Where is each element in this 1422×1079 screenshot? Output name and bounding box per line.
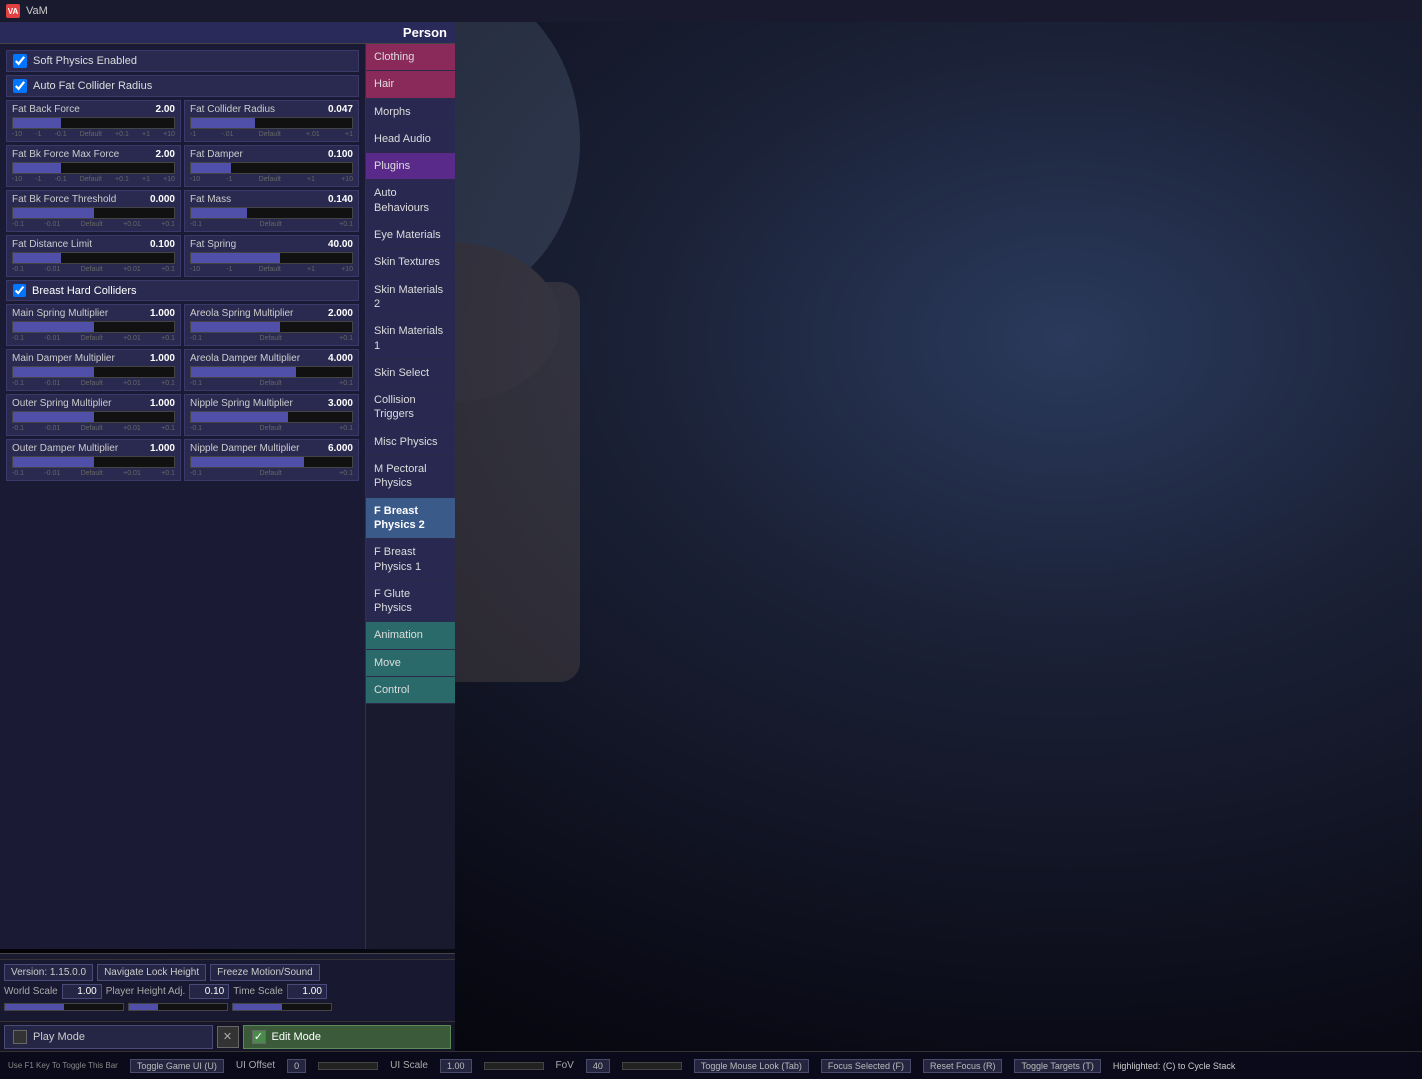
play-mode-button[interactable]: Play Mode <box>4 1025 213 1049</box>
fov-label: FoV <box>556 1060 574 1071</box>
fat-back-force: Fat Back Force 2.00 -10-1-0.1Default+0.1… <box>6 100 181 142</box>
toggle-targets-button[interactable]: Toggle Targets (T) <box>1014 1059 1100 1073</box>
toggle-game-ui-button[interactable]: Toggle Game UI (U) <box>130 1059 224 1073</box>
fat-bk-force-max: Fat Bk Force Max Force 2.00 -10-1-0.1Def… <box>6 145 181 187</box>
breast-hard-colliders-label: Breast Hard Colliders <box>32 285 137 297</box>
freeze-motion-button[interactable]: Freeze Motion/Sound <box>210 964 320 981</box>
player-height-label: Player Height Adj. <box>106 984 186 999</box>
ui-offset-slider[interactable] <box>318 1062 378 1070</box>
status-bar: Use F1 Key To Toggle This Bar Toggle Gam… <box>0 1051 1422 1079</box>
f1-hint: Use F1 Key To Toggle This Bar <box>8 1061 118 1070</box>
tab-skin-textures[interactable]: Skin Textures <box>366 249 455 276</box>
fat-controls-grid: Fat Back Force 2.00 -10-1-0.1Default+0.1… <box>6 100 359 277</box>
ui-scale-value: 1.00 <box>440 1059 472 1073</box>
tab-f-breast-physics-1[interactable]: F Breast Physics 1 <box>366 539 455 581</box>
ui-scale-label: UI Scale <box>390 1060 428 1071</box>
soft-physics-checkbox[interactable] <box>13 54 27 68</box>
tab-morphs[interactable]: Morphs <box>366 99 455 126</box>
tab-m-pectoral-physics[interactable]: M Pectoral Physics <box>366 456 455 498</box>
content-area: Soft Physics Enabled Auto Fat Collider R… <box>0 44 455 949</box>
time-scale-value: 1.00 <box>287 984 327 999</box>
auto-fat-checkbox[interactable] <box>13 79 27 93</box>
ui-scale-slider[interactable] <box>484 1062 544 1070</box>
outer-spring-multiplier: Outer Spring Multiplier 1.000 -0.1-0.01D… <box>6 394 181 436</box>
soft-physics-label: Soft Physics Enabled <box>33 55 137 67</box>
info-rows: Version: 1.15.0.0 Navigate Lock Height F… <box>0 959 455 1021</box>
tab-f-breast-physics-2[interactable]: F Breast Physics 2 <box>366 498 455 540</box>
app-logo: VA <box>6 4 20 18</box>
close-mode-button[interactable]: ✕ <box>217 1026 239 1048</box>
areola-damper-multiplier: Areola Damper Multiplier 4.000 -0.1Defau… <box>184 349 359 391</box>
edit-mode-button[interactable]: ✓ Edit Mode <box>243 1025 452 1049</box>
areola-spring-multiplier: Areola Spring Multiplier 2.000 -0.1Defau… <box>184 304 359 346</box>
tab-misc-physics[interactable]: Misc Physics <box>366 429 455 456</box>
focus-selected-button[interactable]: Focus Selected (F) <box>821 1059 911 1073</box>
tab-head-audio[interactable]: Head Audio <box>366 126 455 153</box>
toggle-mouse-button[interactable]: Toggle Mouse Look (Tab) <box>694 1059 809 1073</box>
player-height-value: 0.10 <box>189 984 229 999</box>
reset-focus-button[interactable]: Reset Focus (R) <box>923 1059 1003 1073</box>
physics-controls[interactable]: Soft Physics Enabled Auto Fat Collider R… <box>0 44 365 949</box>
left-panel: Person Soft Physics Enabled Auto Fat Col… <box>0 22 455 949</box>
tab-collision-triggers[interactable]: Collision Triggers <box>366 387 455 429</box>
ui-offset-label: UI Offset <box>236 1060 275 1071</box>
time-scale-label: Time Scale <box>233 984 283 999</box>
soft-physics-row[interactable]: Soft Physics Enabled <box>6 50 359 72</box>
tab-f-glute-physics[interactable]: F Glute Physics <box>366 581 455 623</box>
person-header: Person <box>0 22 455 44</box>
nipple-damper-multiplier: Nipple Damper Multiplier 6.000 -0.1Defau… <box>184 439 359 481</box>
nipple-spring-multiplier: Nipple Spring Multiplier 3.000 -0.1Defau… <box>184 394 359 436</box>
tab-plugins[interactable]: Plugins <box>366 153 455 180</box>
tab-auto-behaviours[interactable]: Auto Behaviours <box>366 180 455 222</box>
fat-damper: Fat Damper 0.100 -10-1Default+1+10 <box>184 145 359 187</box>
fat-bk-force-threshold: Fat Bk Force Threshold 0.000 -0.1-0.01De… <box>6 190 181 232</box>
auto-fat-label: Auto Fat Collider Radius <box>33 80 152 92</box>
tab-sidebar: Clothing Hair Morphs Head Audio Plugins … <box>365 44 455 949</box>
tab-move[interactable]: Move <box>366 650 455 677</box>
player-height-slider[interactable] <box>128 1003 228 1011</box>
app-title: VaM <box>26 5 48 17</box>
main-spring-multiplier: Main Spring Multiplier 1.000 -0.1-0.01De… <box>6 304 181 346</box>
highlighted-text: Highlighted: (C) to Cycle Stack <box>1113 1061 1236 1071</box>
time-scale-slider[interactable] <box>232 1003 332 1011</box>
edit-mode-checkbox: ✓ <box>252 1030 266 1044</box>
play-mode-checkbox <box>13 1030 27 1044</box>
world-scale-label: World Scale <box>4 984 58 999</box>
tab-skin-materials-2[interactable]: Skin Materials 2 <box>366 277 455 319</box>
tab-skin-select[interactable]: Skin Select <box>366 360 455 387</box>
auto-fat-row[interactable]: Auto Fat Collider Radius <box>6 75 359 97</box>
tab-animation[interactable]: Animation <box>366 622 455 649</box>
tab-skin-materials-1[interactable]: Skin Materials 1 <box>366 318 455 360</box>
titlebar: VA VaM <box>0 0 1422 22</box>
play-mode-label: Play Mode <box>33 1031 85 1043</box>
tab-control[interactable]: Control <box>366 677 455 704</box>
fat-distance-limit: Fat Distance Limit 0.100 -0.1-0.01Defaul… <box>6 235 181 277</box>
fov-slider[interactable] <box>622 1062 682 1070</box>
fat-collider-radius: Fat Collider Radius 0.047 -1-.01Default+… <box>184 100 359 142</box>
world-scale-value: 1.00 <box>62 984 102 999</box>
tab-clothing[interactable]: Clothing <box>366 44 455 71</box>
ui-offset-value: 0 <box>287 1059 306 1073</box>
outer-damper-multiplier: Outer Damper Multiplier 1.000 -0.1-0.01D… <box>6 439 181 481</box>
breast-hard-colliders-checkbox[interactable] <box>13 284 26 297</box>
navigate-lock-height-button[interactable]: Navigate Lock Height <box>97 964 206 981</box>
version-label: Version: 1.15.0.0 <box>4 964 93 981</box>
tab-hair[interactable]: Hair <box>366 71 455 98</box>
main-damper-multiplier: Main Damper Multiplier 1.000 -0.1-0.01De… <box>6 349 181 391</box>
world-scale-slider[interactable] <box>4 1003 124 1011</box>
multipliers-grid: Main Spring Multiplier 1.000 -0.1-0.01De… <box>6 304 359 481</box>
fat-mass: Fat Mass 0.140 -0.1Default+0.1 <box>184 190 359 232</box>
mode-bar: Play Mode ✕ ✓ Edit Mode <box>0 1021 455 1051</box>
fat-spring: Fat Spring 40.00 -10-1Default+1+10 <box>184 235 359 277</box>
edit-mode-label: Edit Mode <box>272 1031 322 1043</box>
tab-eye-materials[interactable]: Eye Materials <box>366 222 455 249</box>
section-title: Person <box>403 25 447 40</box>
fov-value: 40 <box>586 1059 610 1073</box>
breast-hard-colliders-row[interactable]: Breast Hard Colliders <box>6 280 359 301</box>
